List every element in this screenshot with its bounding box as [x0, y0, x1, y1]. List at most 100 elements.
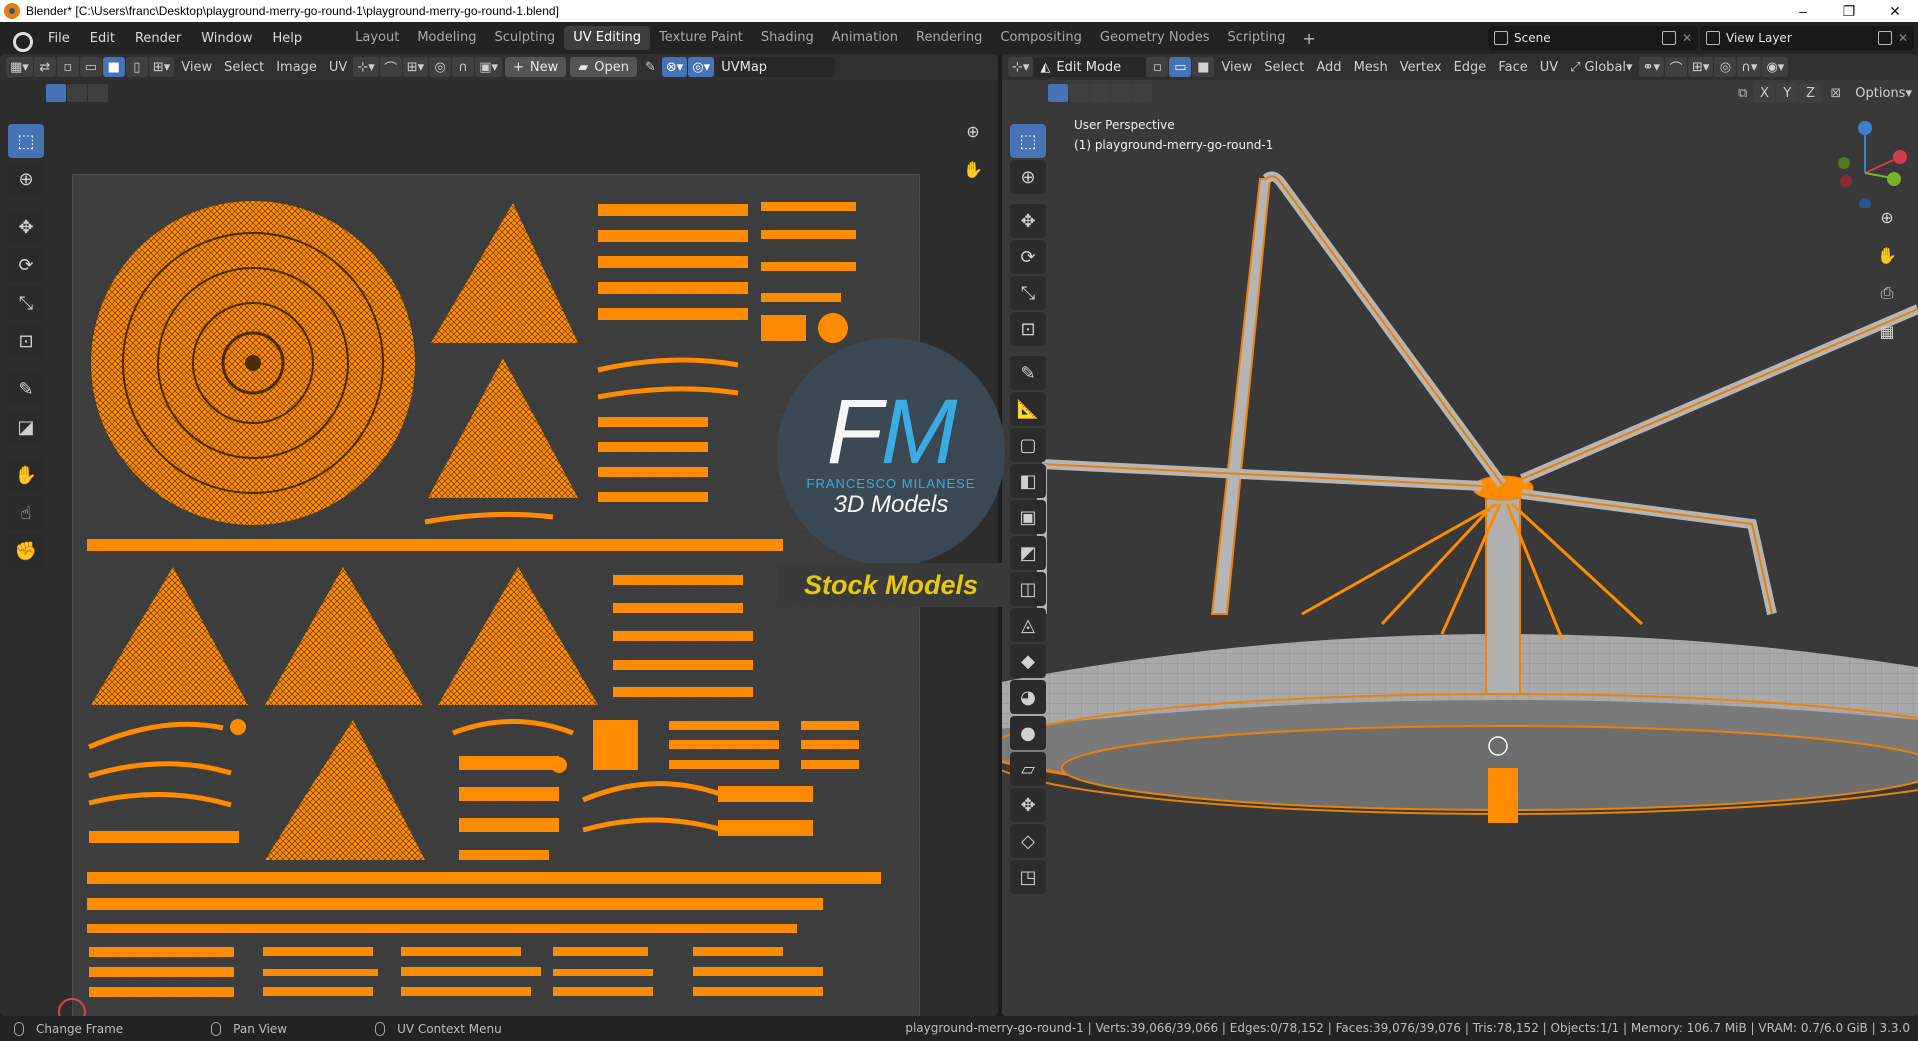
vertex-select-icon[interactable]: ▫ — [56, 57, 79, 77]
viewport-menu-select[interactable]: Select — [1258, 57, 1310, 77]
tab-modeling[interactable]: Modeling — [408, 26, 485, 50]
face-select-icon[interactable]: ■ — [102, 57, 125, 77]
delete-scene-icon[interactable]: ✕ — [1682, 31, 1692, 45]
viewport-select-set-icon[interactable] — [1048, 84, 1068, 102]
tab-shading[interactable]: Shading — [752, 26, 823, 50]
overlay-toggle-icon[interactable]: ◎▾ — [688, 57, 715, 77]
viewport-rotate-icon[interactable]: ⟳ — [1010, 240, 1046, 274]
options-button[interactable]: Options ▾ — [1849, 83, 1918, 103]
menu-select[interactable]: Select — [218, 57, 270, 77]
view-layer-name[interactable]: View Layer — [1726, 31, 1872, 45]
viewport-editor-type-icon[interactable]: ⊹▾ — [1008, 57, 1034, 77]
viewport-menu-vertex[interactable]: Vertex — [1394, 57, 1448, 77]
add-workspace-button[interactable]: + — [1294, 29, 1323, 48]
pan-view-icon[interactable]: ✋ — [958, 154, 988, 184]
move-tool-icon[interactable]: ✥ — [8, 210, 44, 244]
viewport-menu-uv[interactable]: UV — [1534, 57, 1564, 77]
viewport-menu-face[interactable]: Face — [1492, 57, 1533, 77]
zoom-view-icon[interactable]: ⊕ — [958, 116, 988, 146]
viewport-menu-mesh[interactable]: Mesh — [1348, 57, 1394, 77]
tab-uv-editing[interactable]: UV Editing — [564, 26, 651, 50]
tab-animation[interactable]: Animation — [823, 26, 907, 50]
face-mode-icon[interactable]: ■ — [1192, 57, 1215, 77]
menu-file[interactable]: File — [38, 31, 80, 46]
new-view-layer-icon[interactable] — [1877, 31, 1892, 45]
uv-map-selector[interactable]: UVMap — [715, 57, 836, 77]
snap-icon[interactable]: ⌒ — [379, 57, 402, 77]
view-layer-selector[interactable]: View Layer ✕ — [1700, 26, 1914, 50]
delete-view-layer-icon[interactable]: ✕ — [1898, 31, 1908, 45]
ortho-toggle-icon[interactable]: ▦ — [1872, 316, 1902, 346]
viewport-transform-icon[interactable]: ⊡ — [1010, 312, 1046, 346]
smooth-tool-icon[interactable]: ● — [1010, 716, 1046, 750]
viewport-select-invert-icon[interactable] — [1111, 84, 1131, 102]
spin-tool-icon[interactable]: ◕ — [1010, 680, 1046, 714]
menu-edit[interactable]: Edit — [80, 31, 125, 46]
menu-window[interactable]: Window — [191, 31, 262, 46]
viewport-move-icon[interactable]: ✥ — [1010, 204, 1046, 238]
gizmo-toggle-icon[interactable]: ⊗▾ — [661, 57, 688, 77]
falloff-icon[interactable]: ∩ — [452, 57, 475, 77]
add-cube-tool-icon[interactable]: ▢ — [1010, 428, 1046, 462]
new-scene-icon[interactable] — [1661, 31, 1676, 45]
shear-tool-icon[interactable]: ◇ — [1010, 824, 1046, 858]
extrude-tool-icon[interactable]: ◧ — [1010, 464, 1046, 498]
shrink-fatten-tool-icon[interactable]: ✥ — [1010, 788, 1046, 822]
select-extend-icon[interactable] — [67, 84, 87, 102]
cursor-tool-icon[interactable]: ⊕ — [8, 162, 44, 196]
viewport-proportional-icon[interactable]: ◎ — [1714, 57, 1737, 77]
rotate-tool-icon[interactable]: ⟳ — [8, 248, 44, 282]
edge-mode-icon[interactable]: ▭ — [1169, 57, 1192, 77]
viewport-select-intersect-icon[interactable] — [1132, 84, 1152, 102]
navigation-gizmo[interactable] — [1820, 118, 1910, 208]
orientation-selector[interactable]: ⤢ Global ▾ — [1564, 57, 1638, 77]
proportional-edit-icon[interactable]: ◎ — [429, 57, 452, 77]
mirror-z-toggle[interactable]: Z — [1799, 83, 1822, 103]
menu-view[interactable]: View — [175, 57, 218, 77]
new-image-button[interactable]: + New — [505, 57, 567, 77]
viewport-menu-edge[interactable]: Edge — [1448, 57, 1493, 77]
viewport-annotate-icon[interactable]: ✎ — [1010, 356, 1046, 390]
viewport-cursor-icon[interactable]: ⊕ — [1010, 160, 1046, 194]
pin-icon[interactable]: ✎ — [639, 57, 662, 77]
tab-texture-paint[interactable]: Texture Paint — [650, 26, 752, 50]
grab-tool-icon[interactable]: ✋ — [8, 458, 44, 492]
close-button[interactable]: ✕ — [1872, 0, 1918, 22]
viewport-pivot-icon[interactable]: ⚭▾ — [1638, 57, 1664, 77]
viewport-select-extend-icon[interactable] — [1069, 84, 1089, 102]
maximize-button[interactable]: ❐ — [1826, 0, 1872, 22]
viewport-snap-icon[interactable]: ⌒ — [1664, 57, 1687, 77]
editor-type-icon[interactable]: ▦▾ — [6, 57, 33, 77]
blender-logo-icon[interactable] — [10, 27, 33, 52]
scale-tool-icon[interactable]: ⤡ — [8, 286, 44, 320]
viewport-scale-icon[interactable]: ⤡ — [1010, 276, 1046, 310]
tab-layout[interactable]: Layout — [346, 26, 408, 50]
transform-tool-icon[interactable]: ⊡ — [8, 324, 44, 358]
mirror-x-toggle[interactable]: X — [1753, 83, 1776, 103]
poly-build-tool-icon[interactable]: ◆ — [1010, 644, 1046, 678]
tab-scripting[interactable]: Scripting — [1219, 26, 1295, 50]
mirror-y-toggle[interactable]: Y — [1776, 83, 1799, 103]
rip-tool-icon[interactable]: ◪ — [8, 410, 44, 444]
menu-render[interactable]: Render — [125, 31, 191, 46]
tab-compositing[interactable]: Compositing — [991, 26, 1091, 50]
menu-uv[interactable]: UV — [323, 57, 353, 77]
vertex-mode-icon[interactable]: ▫ — [1146, 57, 1169, 77]
viewport-menu-add[interactable]: Add — [1310, 57, 1347, 77]
viewport-snap-target-icon[interactable]: ⊞▾ — [1687, 57, 1714, 77]
relax-tool-icon[interactable]: ☝ — [8, 496, 44, 530]
viewport-visibility-icon[interactable]: ◉▾ — [1762, 57, 1789, 77]
edge-slide-tool-icon[interactable]: ▱ — [1010, 752, 1046, 786]
select-box-tool-icon[interactable]: ⬚ — [8, 124, 44, 158]
menu-image[interactable]: Image — [270, 57, 323, 77]
island-select-icon[interactable]: ▯ — [125, 57, 148, 77]
snap-target-icon[interactable]: ⊞▾ — [402, 57, 429, 77]
viewport-zoom-icon[interactable]: ⊕ — [1872, 202, 1902, 232]
viewport-select-subtract-icon[interactable] — [1090, 84, 1110, 102]
bevel-tool-icon[interactable]: ◩ — [1010, 536, 1046, 570]
pinch-tool-icon[interactable]: ✊ — [8, 534, 44, 568]
mode-selector[interactable]: ◭ Edit Mode — [1034, 57, 1147, 77]
sticky-selection-icon[interactable]: ⊞▾ — [148, 57, 175, 77]
tab-rendering[interactable]: Rendering — [907, 26, 991, 50]
viewport-falloff-icon[interactable]: ∩▾ — [1737, 57, 1762, 77]
